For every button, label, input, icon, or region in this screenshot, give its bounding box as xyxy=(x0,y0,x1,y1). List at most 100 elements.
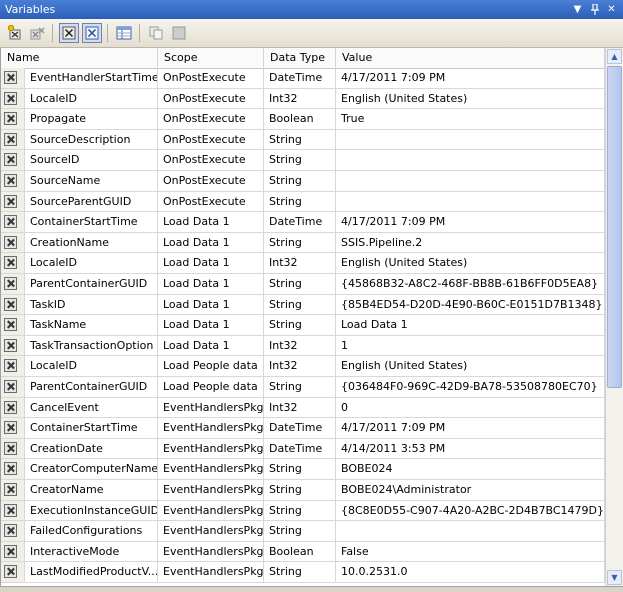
variable-value[interactable]: English (United States) xyxy=(336,88,605,110)
table-row[interactable]: SourceDescription OnPostExecute String xyxy=(1,129,605,151)
table-row[interactable]: SourceName OnPostExecute String xyxy=(1,171,605,192)
dropdown-icon[interactable]: ▼ xyxy=(570,1,585,17)
table-row[interactable]: FailedConfigurations EventHandlersPkg Stri… xyxy=(1,521,605,542)
variable-type[interactable]: String xyxy=(264,562,336,583)
variable-name[interactable]: CancelEvent xyxy=(25,397,158,419)
variable-scope[interactable]: Load Data 1 xyxy=(158,253,264,274)
table-row[interactable]: ParentContainerGUID Load Data 1 String {458… xyxy=(1,274,605,295)
table-row[interactable]: EventHandlerStartTime OnPostExecute DateTi… xyxy=(1,68,605,89)
table-row[interactable]: TaskTransactionOption Load Data 1 Int32 1 xyxy=(1,335,605,357)
table-row[interactable]: CreationDate EventHandlersPkg DateTime 4/14… xyxy=(1,438,605,460)
add-variable-button[interactable] xyxy=(5,23,25,43)
table-row[interactable]: CancelEvent EventHandlersPkg Int32 0 xyxy=(1,397,605,419)
variable-type[interactable]: Boolean xyxy=(264,109,336,130)
variable-name[interactable]: SourceName xyxy=(25,171,158,192)
variable-name[interactable]: TaskID xyxy=(25,294,158,316)
variable-type[interactable]: Boolean xyxy=(264,541,336,563)
variable-scope[interactable]: EventHandlersPkg xyxy=(158,438,264,460)
variable-name[interactable]: LocaleID xyxy=(25,253,158,274)
variable-scope[interactable]: Load Data 1 xyxy=(158,232,264,254)
table-row[interactable]: InteractiveMode EventHandlersPkg Boolean Fa… xyxy=(1,541,605,563)
variable-type[interactable]: Int32 xyxy=(264,88,336,110)
column-header-scope[interactable]: Scope xyxy=(158,48,264,68)
variable-scope[interactable]: EventHandlersPkg xyxy=(158,418,264,439)
variable-scope[interactable]: Load Data 1 xyxy=(158,294,264,316)
table-row[interactable]: CreationName Load Data 1 String SSIS.Pipeli… xyxy=(1,232,605,254)
table-row[interactable]: LocaleID OnPostExecute Int32 English (Unite… xyxy=(1,88,605,110)
variable-value[interactable] xyxy=(336,150,605,171)
variable-type[interactable]: String xyxy=(264,377,336,398)
variable-value[interactable]: 4/17/2011 7:09 PM xyxy=(336,68,605,89)
table-row[interactable]: CreatorComputerName EventHandlersPkg Strin… xyxy=(1,459,605,480)
variable-type[interactable]: String xyxy=(264,459,336,480)
scroll-down-icon[interactable]: ▼ xyxy=(607,570,622,585)
variable-scope[interactable]: OnPostExecute xyxy=(158,150,264,171)
variable-scope[interactable]: Load Data 1 xyxy=(158,315,264,336)
variable-scope[interactable]: OnPostExecute xyxy=(158,191,264,213)
variable-value[interactable]: 4/14/2011 3:53 PM xyxy=(336,438,605,460)
choose-columns-button[interactable] xyxy=(114,23,134,43)
table-row[interactable]: LastModifiedProductV... EventHandlersPkg S… xyxy=(1,562,605,583)
variable-scope[interactable]: Load Data 1 xyxy=(158,335,264,357)
variable-value[interactable]: BOBE024\Administrator xyxy=(336,480,605,501)
variable-name[interactable]: LastModifiedProductV... xyxy=(25,562,158,583)
scroll-up-icon[interactable]: ▲ xyxy=(607,49,622,64)
variable-type[interactable]: String xyxy=(264,315,336,336)
table-row[interactable]: ParentContainerGUID Load People data Strin… xyxy=(1,377,605,398)
table-row[interactable]: SourceID OnPostExecute String xyxy=(1,150,605,171)
table-row[interactable]: TaskName Load Data 1 String Load Data 1 xyxy=(1,315,605,336)
variable-type[interactable]: String xyxy=(264,232,336,254)
table-row[interactable]: SourceParentGUID OnPostExecute String xyxy=(1,191,605,213)
variable-type[interactable]: String xyxy=(264,150,336,171)
variable-scope[interactable]: OnPostExecute xyxy=(158,129,264,151)
variable-type[interactable]: String xyxy=(264,171,336,192)
variable-scope[interactable]: EventHandlersPkg xyxy=(158,521,264,542)
variable-type[interactable]: Int32 xyxy=(264,253,336,274)
table-row[interactable]: TaskID Load Data 1 String {85B4ED54-D20D-4E… xyxy=(1,294,605,316)
variable-value[interactable]: 0 xyxy=(336,397,605,419)
copy-button[interactable] xyxy=(146,23,166,43)
variable-name[interactable]: SourceParentGUID xyxy=(25,191,158,213)
variable-name[interactable]: SourceID xyxy=(25,150,158,171)
vertical-scrollbar[interactable]: ▲ ▼ xyxy=(605,48,623,586)
variable-type[interactable]: DateTime xyxy=(264,438,336,460)
variable-scope[interactable]: Load People data xyxy=(158,356,264,377)
variable-scope[interactable]: Load Data 1 xyxy=(158,212,264,233)
variable-value[interactable] xyxy=(336,129,605,151)
variable-name[interactable]: CreatorName xyxy=(25,480,158,501)
paste-button[interactable] xyxy=(169,23,189,43)
variable-value[interactable]: {8C8E0D55-C907-4A20-A2BC-2D4B7BC1479D} xyxy=(336,500,605,522)
variable-scope[interactable]: EventHandlersPkg xyxy=(158,397,264,419)
variable-value[interactable]: 4/17/2011 7:09 PM xyxy=(336,212,605,233)
variable-type[interactable]: String xyxy=(264,191,336,213)
show-system-variables-button[interactable] xyxy=(59,23,79,43)
variable-value[interactable]: {45868B32-A8C2-468F-BB8B-61B6FF0D5EA8} xyxy=(336,274,605,295)
table-row[interactable]: ContainerStartTime EventHandlersPkg DateTi… xyxy=(1,418,605,439)
variable-type[interactable]: String xyxy=(264,521,336,542)
variable-name[interactable]: ParentContainerGUID xyxy=(25,377,158,398)
variable-value[interactable] xyxy=(336,171,605,192)
variable-scope[interactable]: Load Data 1 xyxy=(158,274,264,295)
variable-value[interactable]: {85B4ED54-D20D-4E90-B60C-E0151D7B1348} xyxy=(336,294,605,316)
variable-value[interactable]: English (United States) xyxy=(336,253,605,274)
variable-type[interactable]: Int32 xyxy=(264,397,336,419)
variable-value[interactable]: BOBE024 xyxy=(336,459,605,480)
show-all-variables-button[interactable] xyxy=(82,23,102,43)
table-row[interactable]: Propagate OnPostExecute Boolean True xyxy=(1,109,605,130)
variable-name[interactable]: ParentContainerGUID xyxy=(25,274,158,295)
variable-name[interactable]: TaskTransactionOption xyxy=(25,335,158,357)
variable-name[interactable]: CreationName xyxy=(25,232,158,254)
variable-value[interactable]: 1 xyxy=(336,335,605,357)
table-row[interactable]: CreatorName EventHandlersPkg String BOBE024… xyxy=(1,480,605,501)
table-row[interactable]: LocaleID Load People data Int32 English (Un… xyxy=(1,356,605,377)
variable-scope[interactable]: OnPostExecute xyxy=(158,171,264,192)
variable-name[interactable]: ContainerStartTime xyxy=(25,212,158,233)
variable-name[interactable]: FailedConfigurations xyxy=(25,521,158,542)
variable-value[interactable]: SSIS.Pipeline.2 xyxy=(336,232,605,254)
column-header-type[interactable]: Data Type xyxy=(264,48,336,68)
variable-value[interactable]: False xyxy=(336,541,605,563)
variable-scope[interactable]: EventHandlersPkg xyxy=(158,459,264,480)
variable-name[interactable]: ContainerStartTime xyxy=(25,418,158,439)
variable-scope[interactable]: OnPostExecute xyxy=(158,68,264,89)
variable-type[interactable]: String xyxy=(264,480,336,501)
